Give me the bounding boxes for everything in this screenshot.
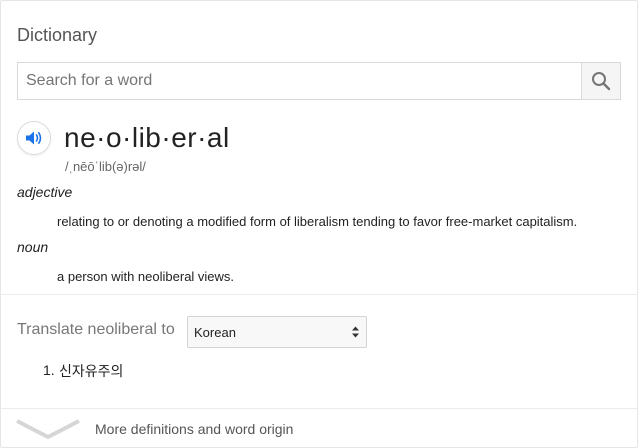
- dictionary-card: Dictionary ne·o·lib·er·al /ˌnēōˈlib(ə)rə…: [0, 0, 638, 448]
- more-definitions-label: More definitions and word origin: [95, 421, 294, 437]
- more-definitions-button[interactable]: More definitions and word origin: [1, 409, 637, 447]
- updown-arrows-icon: [352, 326, 359, 338]
- translation-number: 1.: [43, 362, 55, 378]
- translation-result: 신자유주의: [59, 363, 124, 379]
- pronunciation-audio-button[interactable]: [17, 121, 51, 155]
- part-of-speech-adjective: adjective: [17, 184, 73, 200]
- definition-adjective: relating to or denoting a modified form …: [57, 214, 578, 229]
- search-box: [17, 62, 621, 100]
- search-button[interactable]: [581, 63, 620, 99]
- search-input[interactable]: [18, 63, 582, 99]
- divider: [1, 294, 637, 295]
- pronunciation: /ˌnēōˈlib(ə)rəl/: [65, 159, 146, 174]
- chevron-down-icon: [16, 419, 80, 439]
- speaker-icon: [26, 131, 42, 145]
- language-select[interactable]: Korean: [187, 316, 367, 348]
- part-of-speech-noun: noun: [17, 239, 49, 255]
- selected-language: Korean: [194, 325, 236, 340]
- search-icon: [592, 72, 611, 91]
- headword: ne·o·lib·er·al: [64, 122, 230, 153]
- dictionary-heading: Dictionary: [17, 25, 98, 45]
- translate-label: Translate neoliberal to: [17, 321, 175, 338]
- definition-noun: a person with neoliberal views.: [57, 269, 235, 284]
